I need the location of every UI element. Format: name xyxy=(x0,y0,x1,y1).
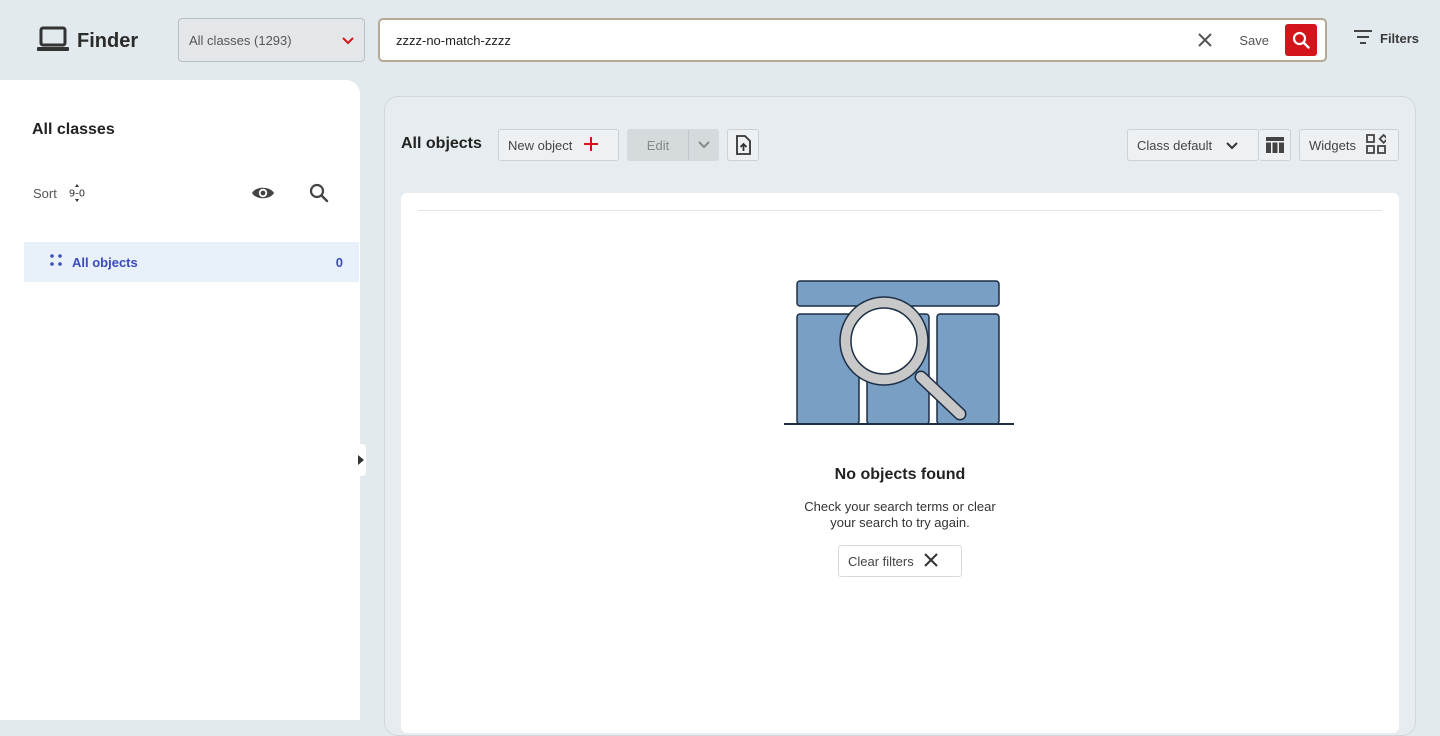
class-select-dropdown[interactable]: All classes (1293) xyxy=(178,18,365,62)
filters-label: Filters xyxy=(1380,31,1420,46)
sidebar: All classes Sort 9-0 All objects 0 xyxy=(0,80,360,720)
search-icon xyxy=(309,183,329,203)
save-search-button[interactable]: Save xyxy=(1225,33,1285,48)
widgets-icon xyxy=(1366,133,1389,157)
clear-search-icon[interactable] xyxy=(1185,20,1225,60)
sidebar-item-label: All objects xyxy=(72,254,138,270)
clear-filters-label: Clear filters xyxy=(848,553,914,569)
edit-dropdown-button[interactable] xyxy=(689,141,718,149)
widgets-button[interactable]: Widgets xyxy=(1299,129,1399,161)
filters-button[interactable]: Filters xyxy=(1354,30,1419,47)
grid-dots-icon xyxy=(50,253,62,271)
sidebar-title: All classes xyxy=(32,121,115,138)
empty-state-message: Check your search terms or clear your se… xyxy=(804,499,996,530)
search-box: Save xyxy=(378,18,1327,62)
new-object-button[interactable]: New object xyxy=(498,129,619,161)
top-bar: Finder All classes (1293) Save Filters xyxy=(0,0,1440,80)
eye-icon xyxy=(252,187,274,199)
chevron-down-icon xyxy=(697,141,710,149)
plus-icon xyxy=(584,136,599,154)
class-select-value: All classes (1293) xyxy=(189,32,292,48)
table-icon xyxy=(1265,137,1284,153)
edit-button[interactable]: Edit xyxy=(628,130,689,160)
sort-control[interactable]: Sort 9-0 xyxy=(33,184,87,202)
sort-order-icon: 9-0 xyxy=(67,184,87,202)
search-button[interactable] xyxy=(1285,24,1317,56)
edit-button-group: Edit xyxy=(627,129,719,161)
sidebar-collapse-handle[interactable] xyxy=(356,444,366,476)
export-button[interactable] xyxy=(727,129,759,161)
sidebar-item-count: 0 xyxy=(335,254,343,270)
clear-filters-button[interactable]: Clear filters xyxy=(838,545,962,577)
sort-order-text: 9-0 xyxy=(69,189,85,200)
sort-label: Sort xyxy=(33,185,57,201)
chevron-down-icon xyxy=(342,33,354,48)
results-card: No objects found Check your search terms… xyxy=(401,193,1399,733)
table-view-button[interactable] xyxy=(1259,129,1291,161)
caret-right-icon xyxy=(358,455,364,465)
close-icon xyxy=(924,552,938,570)
view-select-label: Class default xyxy=(1137,137,1213,153)
empty-search-illustration xyxy=(784,280,1014,425)
toggle-visibility-button[interactable] xyxy=(250,180,276,206)
filter-lines-icon xyxy=(1354,30,1372,47)
laptop-icon xyxy=(37,26,69,57)
sidebar-item-all-objects[interactable]: All objects 0 xyxy=(24,242,359,282)
new-object-label: New object xyxy=(508,137,573,153)
divider xyxy=(418,210,1382,211)
empty-state-title: No objects found xyxy=(834,466,966,483)
app-title: Finder xyxy=(77,30,139,52)
view-select-dropdown[interactable]: Class default xyxy=(1127,129,1259,161)
app-brand[interactable]: Finder xyxy=(37,26,138,57)
page-title: All objects xyxy=(401,135,482,152)
widgets-label: Widgets xyxy=(1309,137,1356,153)
search-icon xyxy=(1292,31,1310,49)
file-upload-icon xyxy=(736,135,751,155)
sidebar-search-button[interactable] xyxy=(306,180,332,206)
chevron-down-icon xyxy=(1226,138,1238,153)
search-input[interactable] xyxy=(380,20,1186,60)
